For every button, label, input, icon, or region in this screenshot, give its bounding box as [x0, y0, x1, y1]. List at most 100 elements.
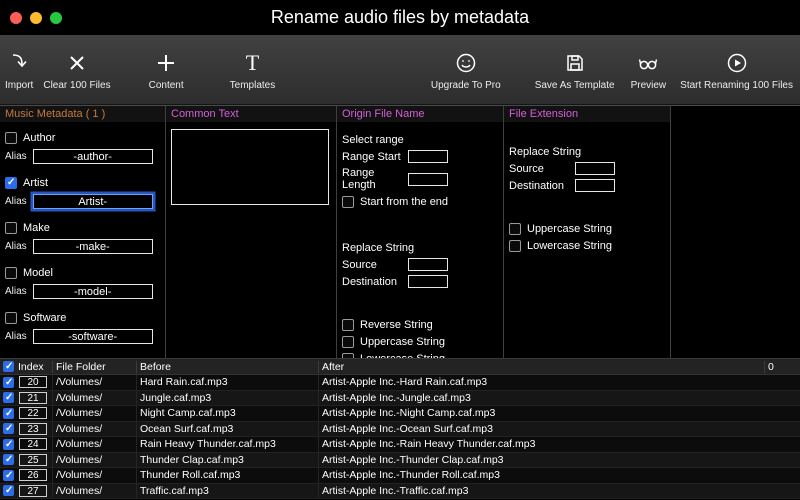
- checkbox-label: Start from the end: [360, 196, 449, 208]
- column-header-count: 0: [764, 360, 800, 373]
- templates-button[interactable]: T Templates: [230, 49, 276, 91]
- common-text-input[interactable]: [171, 129, 329, 205]
- row-after: Artist-Apple Inc.-Thunder Clap.caf.mp3: [318, 452, 800, 467]
- extension-source-input[interactable]: [575, 162, 615, 175]
- range-start-input[interactable]: [408, 150, 448, 163]
- panel-file-extension: File Extension Replace String Source Des…: [504, 106, 671, 358]
- table-row[interactable]: 21 /Volumes/ Jungle.caf.mp3 Artist-Apple…: [0, 390, 800, 406]
- select-all-checkbox[interactable]: [3, 361, 14, 372]
- origin-destination-input[interactable]: [408, 275, 448, 288]
- row-before: Ocean Surf.caf.mp3: [136, 421, 318, 436]
- table-row[interactable]: 24 /Volumes/ Rain Heavy Thunder.caf.mp3 …: [0, 437, 800, 453]
- replace-string-label: Replace String: [509, 146, 582, 158]
- checkbox-icon: [342, 196, 354, 208]
- checkbox-icon: [5, 132, 17, 144]
- toolbar-label: Templates: [229, 79, 276, 91]
- range-length-input[interactable]: [408, 172, 448, 186]
- table-row[interactable]: 22 /Volumes/ Night Camp.caf.mp3 Artist-A…: [0, 406, 800, 422]
- start-renaming-button[interactable]: Start Renaming 100 Files: [680, 49, 793, 91]
- artist-alias-input[interactable]: [32, 194, 153, 209]
- row-after: Artist-Apple Inc.-Traffic.caf.mp3: [318, 483, 800, 498]
- author-alias-input[interactable]: [32, 149, 153, 164]
- row-folder: /Volumes/: [52, 375, 136, 390]
- row-checkbox[interactable]: [3, 438, 14, 450]
- column-header-folder[interactable]: File Folder: [52, 360, 136, 373]
- table-row[interactable]: 27 /Volumes/ Traffic.caf.mp3 Artist-Appl…: [0, 483, 800, 499]
- checkbox-label: Uppercase String: [527, 223, 612, 235]
- origin-uppercase-checkbox[interactable]: Uppercase String: [342, 336, 498, 348]
- row-after: Artist-Apple Inc.-Thunder Roll.caf.mp3: [318, 468, 800, 483]
- table-row[interactable]: 25 /Volumes/ Thunder Clap.caf.mp3 Artist…: [0, 452, 800, 468]
- checkbox-icon: [5, 177, 17, 189]
- row-index: 23: [19, 422, 47, 435]
- destination-label: Destination: [342, 275, 398, 288]
- row-before: Thunder Clap.caf.mp3: [136, 452, 318, 467]
- model-checkbox[interactable]: Model: [5, 267, 160, 279]
- replace-string-label: Replace String: [342, 242, 415, 254]
- origin-lowercase-checkbox[interactable]: Lowercase String: [342, 353, 498, 358]
- artist-checkbox[interactable]: Artist: [5, 177, 160, 189]
- row-checkbox[interactable]: [3, 376, 14, 388]
- import-button[interactable]: Import: [5, 49, 33, 91]
- panel-spare: [671, 106, 800, 358]
- row-checkbox[interactable]: [3, 392, 14, 404]
- software-alias-input[interactable]: [32, 329, 153, 344]
- row-index: 26: [19, 469, 47, 482]
- panel-music-metadata: Music Metadata ( 1 ) Author Alias Artist: [0, 106, 166, 358]
- extension-uppercase-checkbox[interactable]: Uppercase String: [509, 223, 665, 235]
- checkbox-label: Reverse String: [360, 319, 433, 331]
- range-start-label: Range Start: [342, 150, 401, 163]
- row-checkbox[interactable]: [3, 469, 14, 481]
- toolbar-label: Save As Template: [534, 79, 615, 91]
- model-alias-input[interactable]: [32, 284, 153, 299]
- titlebar: Rename audio files by metadata: [0, 0, 800, 35]
- row-index: 22: [19, 407, 47, 420]
- toolbar: Import Clear 100 Files Content T Templat…: [0, 35, 800, 105]
- reverse-string-checkbox[interactable]: Reverse String: [342, 319, 498, 331]
- save-as-template-button[interactable]: Save As Template: [535, 49, 615, 91]
- table-row[interactable]: 26 /Volumes/ Thunder Roll.caf.mp3 Artist…: [0, 468, 800, 484]
- row-checkbox[interactable]: [3, 454, 14, 466]
- row-folder: /Volumes/: [52, 390, 136, 405]
- toolbar-label: Preview: [630, 79, 667, 91]
- import-icon: [7, 49, 31, 77]
- row-checkbox[interactable]: [3, 423, 14, 435]
- checkbox-label: Artist: [23, 177, 49, 189]
- panel-title-origin-file-name: Origin File Name: [337, 106, 503, 122]
- row-checkbox[interactable]: [3, 485, 14, 497]
- row-before: Night Camp.caf.mp3: [136, 406, 318, 421]
- save-icon: [563, 49, 587, 77]
- make-alias-input[interactable]: [32, 239, 153, 254]
- checkbox-icon: [5, 222, 17, 234]
- checkbox-icon: [5, 267, 17, 279]
- row-index: 27: [19, 484, 47, 497]
- column-header-before[interactable]: Before: [136, 360, 318, 373]
- extension-destination-input[interactable]: [575, 179, 615, 192]
- range-length-label: Range Length: [342, 167, 376, 191]
- software-checkbox[interactable]: Software: [5, 312, 160, 324]
- start-from-end-checkbox[interactable]: Start from the end: [342, 196, 498, 208]
- extension-lowercase-checkbox[interactable]: Lowercase String: [509, 240, 665, 252]
- row-after: Artist-Apple Inc.-Hard Rain.caf.mp3: [318, 375, 800, 390]
- upgrade-to-pro-button[interactable]: Upgrade To Pro: [431, 49, 501, 91]
- panel-origin-file-name: Origin File Name Select range Range Star…: [337, 106, 504, 358]
- row-checkbox[interactable]: [3, 407, 14, 419]
- clear-files-button[interactable]: Clear 100 Files: [43, 49, 111, 91]
- row-index: 25: [19, 453, 47, 466]
- table-row[interactable]: 20 /Volumes/ Hard Rain.caf.mp3 Artist-Ap…: [0, 375, 800, 391]
- alias-label: Alias: [5, 196, 27, 207]
- toolbar-label: Start Renaming 100 Files: [680, 79, 793, 91]
- table-row[interactable]: 23 /Volumes/ Ocean Surf.caf.mp3 Artist-A…: [0, 421, 800, 437]
- content-button[interactable]: Content: [149, 49, 184, 91]
- author-checkbox[interactable]: Author: [5, 132, 160, 144]
- column-header-index[interactable]: Index: [17, 361, 52, 373]
- origin-source-input[interactable]: [408, 258, 448, 271]
- column-header-after[interactable]: After: [318, 360, 764, 373]
- preview-button[interactable]: Preview: [630, 49, 667, 91]
- destination-label: Destination: [509, 179, 565, 192]
- checkbox-icon: [509, 223, 521, 235]
- make-checkbox[interactable]: Make: [5, 222, 160, 234]
- toolbar-label: Upgrade To Pro: [430, 79, 501, 91]
- row-index: 20: [19, 376, 47, 389]
- clear-icon: [66, 49, 88, 77]
